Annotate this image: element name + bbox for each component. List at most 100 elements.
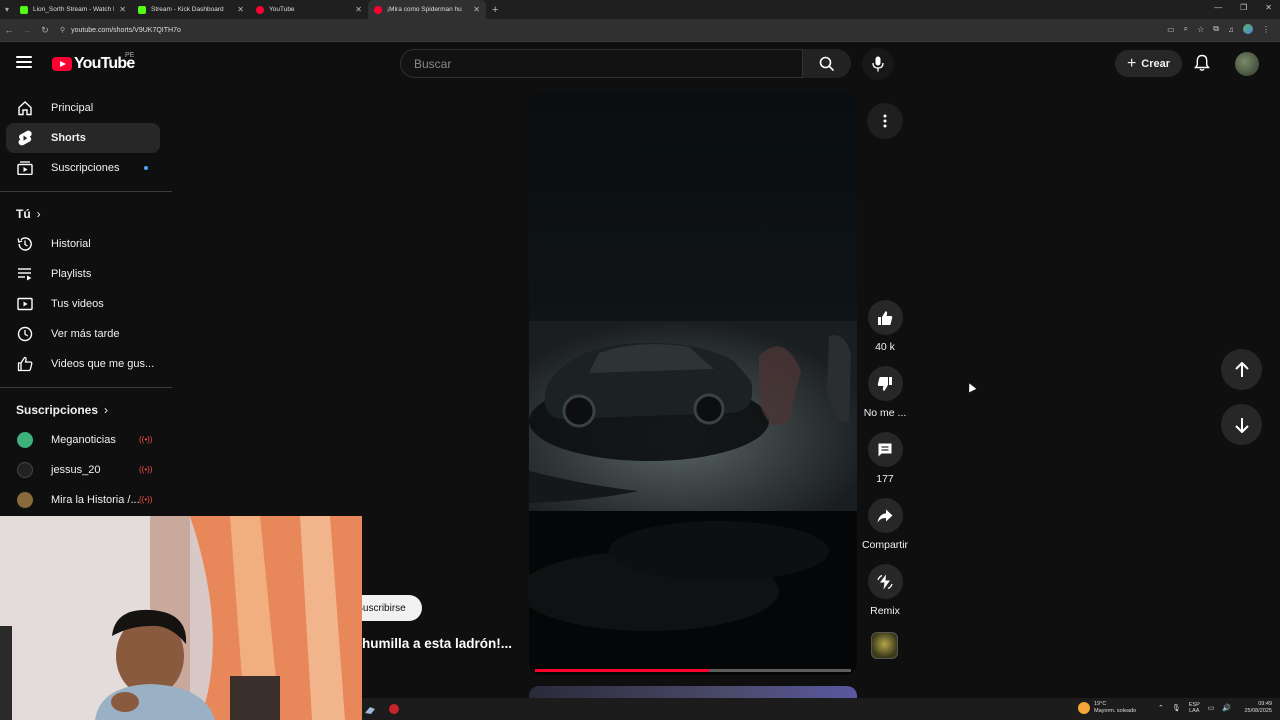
share-button[interactable]: [867, 498, 903, 533]
short-title[interactable]: humilla a esta ladrón!...: [362, 636, 512, 651]
search-input[interactable]: Buscar: [400, 49, 803, 78]
tab-search-button[interactable]: ▾: [0, 0, 14, 19]
kick-favicon-icon: [138, 5, 146, 14]
steam-app-icon[interactable]: [364, 703, 376, 715]
search-placeholder: Buscar: [414, 56, 452, 71]
volume-icon[interactable]: 🔊: [1222, 704, 1231, 712]
close-window-icon[interactable]: ✕: [1265, 3, 1272, 12]
create-button[interactable]: + Crear: [1115, 50, 1182, 77]
sidebar-item-ver-mas-tarde[interactable]: Ver más tarde: [6, 319, 160, 349]
close-tab-icon[interactable]: ✕: [119, 5, 126, 14]
install-app-icon[interactable]: ▭: [1167, 25, 1175, 34]
remix-label: Remix: [870, 605, 900, 617]
sidebar-item-label: Tus videos: [51, 298, 104, 310]
extensions-icon[interactable]: ⧉: [1213, 24, 1219, 34]
sidebar-item-playlists[interactable]: Playlists: [6, 259, 160, 289]
next-short-preview[interactable]: [529, 686, 857, 698]
sidebar-section-you[interactable]: Tú ›: [0, 199, 160, 229]
short-video-player[interactable]: [529, 91, 857, 675]
address-bar: ← → ↻ ⚲ youtube.com/shorts/V9UK7QITH7o ▭…: [0, 19, 1280, 42]
tray-overflow-chevron-icon[interactable]: ⌃: [1158, 704, 1164, 712]
bookmark-star-icon[interactable]: ☆: [1197, 25, 1204, 34]
media-controls-icon[interactable]: ♫: [1228, 25, 1234, 34]
webcam-feed: [0, 516, 362, 720]
new-tab-button[interactable]: +: [492, 4, 498, 16]
maximize-icon[interactable]: ❐: [1240, 3, 1247, 12]
home-icon: [16, 99, 34, 117]
url-field[interactable]: ⚲ youtube.com/shorts/V9UK7QITH7o: [60, 26, 181, 35]
sidebar-section-subscriptions[interactable]: Suscripciones ›: [0, 395, 160, 425]
network-icon[interactable]: ▭: [1208, 704, 1215, 712]
dislike-label: No me ...: [863, 407, 907, 419]
sidebar-item-liked-videos[interactable]: Videos que me gus...: [6, 349, 160, 379]
comments-action[interactable]: 177: [855, 432, 915, 485]
tray-mic-icon[interactable]: 🎙: [1172, 704, 1181, 712]
channel-name: Meganoticias: [51, 434, 116, 446]
close-tab-icon[interactable]: ✕: [237, 5, 244, 14]
like-action[interactable]: 40 k: [855, 300, 915, 353]
more-options-button[interactable]: [867, 103, 903, 139]
sidebar-channel-jessus-20[interactable]: jessus_20 ((•)): [6, 455, 160, 485]
notifications-button[interactable]: [1194, 54, 1210, 77]
browser-tab[interactable]: YouTube ✕: [250, 0, 368, 19]
remix-action[interactable]: Remix: [855, 564, 915, 617]
plus-icon: +: [1126, 54, 1137, 72]
taskbar: 19°C Mayorm. soleado ⌃ 🎙 ESP LAA ▭ 🔊 09:49…: [362, 698, 1280, 720]
close-tab-icon[interactable]: ✕: [355, 5, 362, 14]
minimize-icon[interactable]: —: [1214, 3, 1222, 12]
youtube-logo[interactable]: YouTube PE: [52, 52, 135, 73]
remix-button[interactable]: [867, 564, 903, 599]
zoom-icon[interactable]: ⌕: [1184, 24, 1188, 34]
browser-tab[interactable]: Stream - Kick Dashboard ✕: [132, 0, 250, 19]
sidebar-divider: [0, 191, 172, 192]
sidebar-item-principal[interactable]: Principal: [6, 93, 160, 123]
share-label: Compartir: [861, 539, 909, 551]
new-content-dot: [144, 166, 148, 170]
weather-widget[interactable]: 19°C Mayorm. soleado: [1078, 701, 1136, 715]
thumbs-up-icon: [878, 310, 893, 325]
taskbar-clock[interactable]: 09:49 25/08/2025: [1244, 701, 1272, 715]
previous-short-button[interactable]: [1221, 349, 1262, 390]
comments-button[interactable]: [867, 432, 903, 467]
site-info-icon[interactable]: ⚲: [60, 26, 65, 34]
sidebar-channel-meganoticias[interactable]: Meganoticias ((•)): [6, 425, 160, 455]
url-text: youtube.com/shorts/V9UK7QITH7o: [71, 26, 181, 34]
sidebar-item-label: Historial: [51, 238, 91, 250]
thumbs-down-icon: [877, 376, 892, 391]
section-title: Suscripciones: [16, 403, 99, 417]
back-icon[interactable]: ←: [0, 25, 18, 35]
dislike-action[interactable]: No me ...: [855, 366, 915, 419]
channel-name: jessus_20: [51, 464, 101, 476]
reload-icon[interactable]: ↻: [36, 25, 54, 36]
profile-icon[interactable]: [1243, 24, 1253, 34]
sidebar-item-suscripciones[interactable]: Suscripciones: [6, 153, 160, 183]
search-icon: [819, 56, 835, 71]
forward-icon[interactable]: →: [18, 25, 36, 35]
section-title: Tú: [16, 207, 31, 221]
guide-menu-icon[interactable]: [16, 56, 32, 68]
search-button[interactable]: [803, 49, 851, 78]
next-short-button[interactable]: [1221, 404, 1262, 445]
video-progress-bar[interactable]: [535, 669, 851, 672]
browser-tab[interactable]: Lion_Sorth Stream - Watch Live ✕: [14, 0, 132, 19]
sidebar-item-shorts[interactable]: Shorts: [6, 123, 160, 153]
sidebar-item-historial[interactable]: Historial: [6, 229, 160, 259]
weather-temp: 19°C: [1094, 701, 1107, 707]
like-count: 40 k: [875, 341, 895, 353]
tab-title: Stream - Kick Dashboard: [151, 6, 224, 13]
share-action[interactable]: Compartir: [855, 498, 915, 551]
browser-tab-active[interactable]: ¡Mira como Spiderman hu ✕: [368, 0, 486, 19]
like-button[interactable]: [867, 300, 903, 335]
tab-title: Lion_Sorth Stream - Watch Live: [33, 6, 114, 13]
sidebar-item-tus-videos[interactable]: Tus videos: [6, 289, 160, 319]
close-tab-icon[interactable]: ✕: [473, 5, 480, 14]
voice-search-button[interactable]: [862, 48, 894, 80]
sidebar-channel-mira-la-historia[interactable]: Mira la Historia /... ((•)): [6, 485, 160, 515]
browser-menu-icon[interactable]: ⋮: [1262, 25, 1270, 34]
dislike-button[interactable]: [867, 366, 903, 401]
input-language-indicator[interactable]: ESP LAA: [1189, 702, 1200, 714]
recording-app-icon[interactable]: [388, 703, 400, 715]
account-avatar[interactable]: [1235, 52, 1259, 76]
audio-source-thumbnail[interactable]: [871, 632, 898, 659]
sidebar-item-label: Playlists: [51, 268, 92, 280]
